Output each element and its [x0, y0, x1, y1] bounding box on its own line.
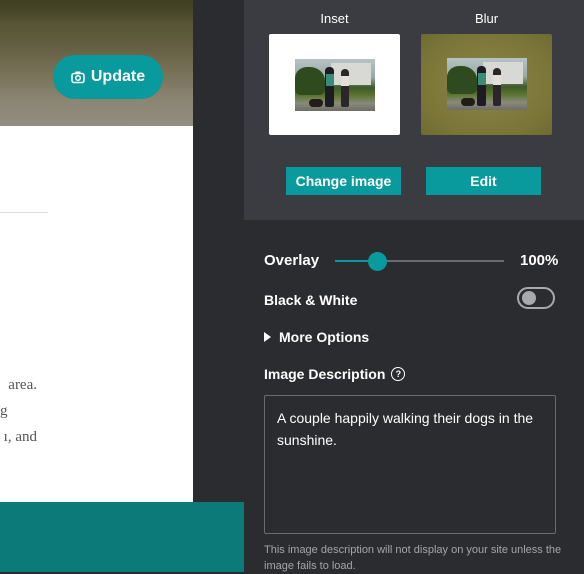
body-text: area. g ı, and — [0, 372, 193, 450]
preview-gutter — [193, 0, 244, 572]
style-label-inset: Inset — [320, 11, 349, 26]
image-description-heading: Image Description ? — [264, 366, 406, 382]
page-content: area. g ı, and — [0, 126, 193, 502]
update-button[interactable]: Update — [53, 55, 163, 99]
more-options-toggle[interactable]: More Options — [264, 329, 369, 345]
thumbnail-photo — [295, 59, 375, 111]
overlay-label: Overlay — [264, 252, 320, 269]
more-options-label: More Options — [279, 329, 370, 345]
body-line: area. — [8, 377, 37, 393]
thumbnail-photo — [447, 58, 527, 110]
change-image-button[interactable]: Change image — [286, 167, 401, 195]
help-icon[interactable]: ? — [391, 367, 406, 381]
image-description-label: Image Description — [264, 366, 386, 382]
overlay-slider[interactable] — [335, 260, 504, 262]
edit-button[interactable]: Edit — [426, 167, 541, 195]
update-button-label: Update — [90, 68, 146, 85]
overlay-value: 100% — [520, 252, 559, 269]
black-white-label: Black & White — [264, 292, 358, 308]
style-label-blur: Blur — [474, 11, 499, 26]
camera-icon — [71, 71, 85, 84]
body-line: ı, and — [3, 429, 37, 445]
overlay-slider-thumb[interactable] — [367, 252, 387, 271]
caret-right-icon — [264, 332, 271, 342]
style-option-blur[interactable] — [421, 34, 552, 135]
body-line: g — [0, 403, 8, 419]
site-footer — [0, 502, 244, 572]
image-description-textarea[interactable]: A couple happily walking their dogs in t… — [264, 395, 556, 534]
divider — [0, 212, 48, 213]
image-description-hint: This image description will not display … — [264, 544, 562, 572]
toggle-knob — [522, 291, 536, 305]
black-white-toggle[interactable] — [517, 287, 555, 309]
style-option-inset[interactable] — [269, 34, 400, 135]
site-preview: Update area. g ı, and — [0, 0, 244, 572]
